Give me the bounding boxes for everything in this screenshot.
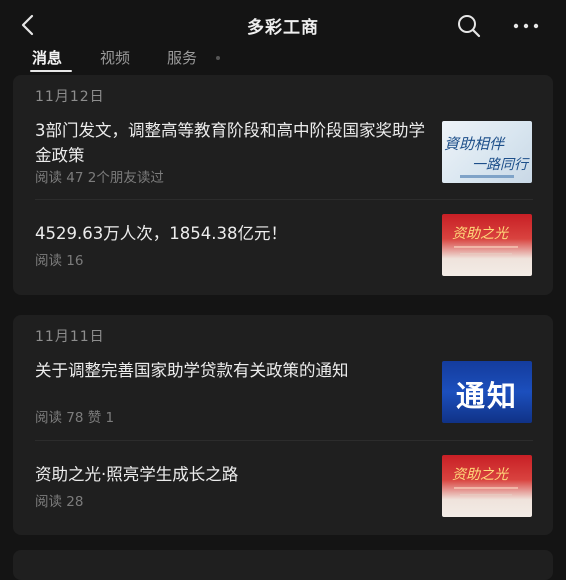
article-title: 3部门发文，调整高等教育阶段和高中阶段国家奖助学金政策 [35,121,425,165]
article-meta: 阅读 16 [35,253,84,269]
divider [35,199,533,200]
thumbnail-caption: 一路同行 [472,157,528,173]
tab-messages[interactable]: 消息 [32,47,62,68]
more-options-icon[interactable] [510,12,542,40]
article-thumbnail: 资助之光 [442,455,532,517]
active-tab-underline [30,70,72,72]
article-thumbnail: 通知 [442,361,532,423]
message-group-card: 11月12日 3部门发文，调整高等教育阶段和高中阶段国家奖助学金政策 阅读 47… [13,75,553,295]
tab-indicator-dot [216,56,220,60]
tab-services[interactable]: 服务 [167,47,197,68]
article-item[interactable]: 3部门发文，调整高等教育阶段和高中阶段国家奖助学金政策 阅读 47 2个朋友读过… [13,115,553,195]
thumbnail-caption: 资助之光 [452,226,508,242]
top-bar: 多彩工商 [0,0,566,50]
article-meta: 阅读 78 赞 1 [35,410,115,426]
article-title: 资助之光·照亮学生成长之路 [35,465,239,484]
thumbnail-caption: 資助相伴 [444,135,505,153]
thumbnail-caption: 通知 [455,379,518,413]
tab-bar: 消息 视频 服务 [0,44,566,74]
tab-videos[interactable]: 视频 [100,47,130,68]
article-item[interactable]: 资助之光·照亮学生成长之路 阅读 28 资助之光 [13,448,553,528]
article-meta: 阅读 28 [35,494,84,510]
search-icon[interactable] [455,12,483,40]
article-item[interactable]: 关于调整完善国家助学贷款有关政策的通知 阅读 78 赞 1 通知 [13,355,553,435]
article-thumbnail: 資助相伴 一路同行 [442,121,532,183]
article-title: 4529.63万人次，1854.38亿元！ [35,224,287,243]
group-date: 11月11日 [35,329,105,345]
article-meta: 阅读 47 2个朋友读过 [35,170,164,186]
article-title: 关于调整完善国家助学贷款有关政策的通知 [35,361,349,380]
message-group-card: 11月11日 关于调整完善国家助学贷款有关政策的通知 阅读 78 赞 1 通知 … [13,315,553,535]
article-item[interactable]: 4529.63万人次，1854.38亿元！ 阅读 16 资助之光 [13,207,553,287]
thumbnail-caption: 资助之光 [452,467,508,483]
group-date: 11月12日 [35,89,105,105]
message-group-card [13,550,553,580]
article-thumbnail: 资助之光 [442,214,532,276]
divider [35,440,533,441]
